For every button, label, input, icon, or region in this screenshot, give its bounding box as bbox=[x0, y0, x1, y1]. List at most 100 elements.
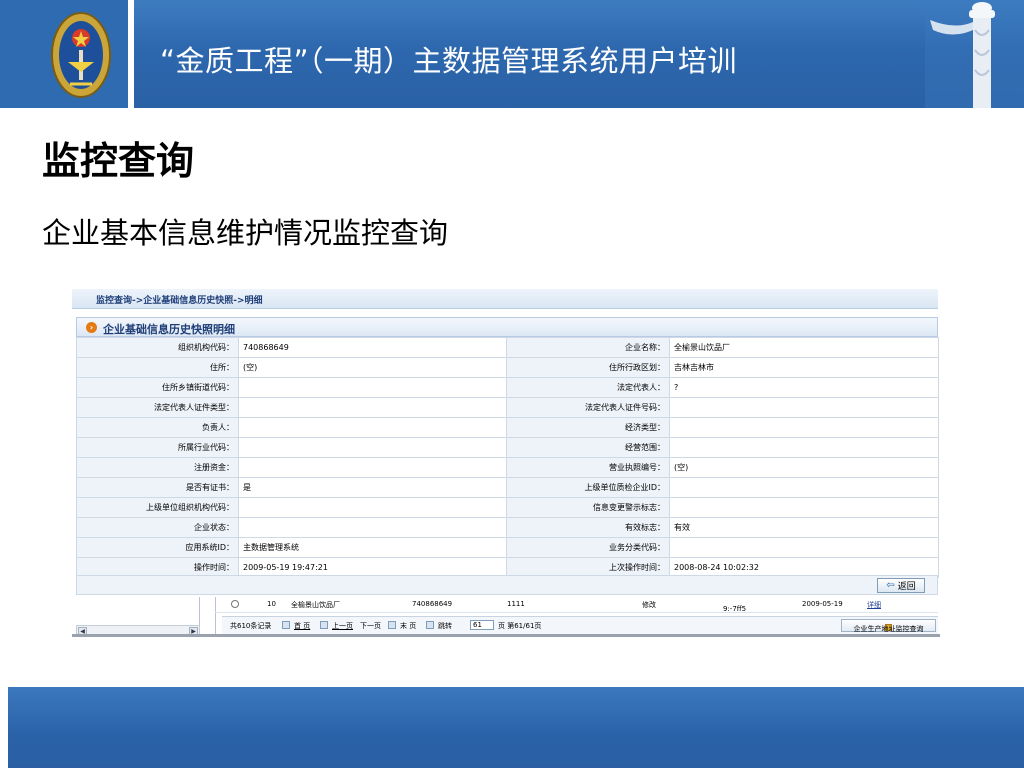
detail-row: 负责人： 经济类型： bbox=[76, 417, 939, 438]
field-value bbox=[669, 497, 939, 518]
slide-footer bbox=[8, 687, 1024, 768]
field-label: 信息变更警示标志： bbox=[506, 497, 670, 518]
field-label: 企业名称： bbox=[506, 337, 670, 358]
field-value bbox=[238, 417, 507, 438]
field-label: 经济类型： bbox=[506, 417, 670, 438]
slide-heading: 监控查询 bbox=[42, 138, 195, 183]
address-monitor-label: 企业生产地址监控查询 bbox=[853, 625, 924, 633]
field-label: 企业状态： bbox=[76, 517, 239, 538]
row-detail-link[interactable]: 详细 bbox=[867, 600, 881, 610]
field-value bbox=[238, 457, 507, 478]
field-value: (空) bbox=[669, 457, 939, 478]
pager: 共610条记录 首 页 上一页 下一页 末 页 跳转 页 第61/61页 企业生… bbox=[222, 616, 938, 634]
field-value bbox=[238, 437, 507, 458]
back-button[interactable]: ⇦ 返回 bbox=[877, 578, 925, 593]
field-label: 法定代表人： bbox=[506, 377, 670, 398]
field-value: 主数据管理系统 bbox=[238, 537, 507, 558]
header-bottom-line bbox=[0, 108, 1024, 111]
detail-row: 是否有证书：是上级单位质检企业ID： bbox=[76, 477, 939, 498]
prev-page-icon[interactable] bbox=[320, 621, 328, 629]
breadcrumb-bar: 监控查询->企业基础信息历史快照->明细 bbox=[72, 289, 938, 309]
field-label: 组织机构代码： bbox=[76, 337, 239, 358]
field-label: 法定代表人证件类型： bbox=[76, 397, 239, 418]
field-value bbox=[238, 397, 507, 418]
detail-row: 所属行业代码： 经营范围： bbox=[76, 437, 939, 458]
field-value: 全榆景山饮品厂 bbox=[669, 337, 939, 358]
page-info: 页 第61/61页 bbox=[498, 622, 542, 630]
slide-header-title: “金质工程”（一期）主数据管理系统用户培训 bbox=[160, 44, 738, 78]
field-value bbox=[669, 437, 939, 458]
breadcrumb: 监控查询->企业基础信息历史快照->明细 bbox=[96, 296, 263, 306]
row-name: 全榆景山饮品厂 bbox=[291, 601, 340, 609]
field-value bbox=[238, 497, 507, 518]
first-page-link[interactable]: 首 页 bbox=[294, 622, 310, 630]
field-label: 是否有证书： bbox=[76, 477, 239, 498]
field-value bbox=[669, 397, 939, 418]
field-label: 住所行政区划： bbox=[506, 357, 670, 378]
field-value bbox=[669, 477, 939, 498]
arrow-right-circle-icon: › bbox=[86, 322, 97, 333]
first-page-icon[interactable] bbox=[282, 621, 290, 629]
row-index: 10 bbox=[267, 600, 276, 608]
list-item: 10 全榆景山饮品厂 740868649 1111 修改 9:-7ff5 200… bbox=[215, 597, 938, 613]
app-screenshot: 监控查询->企业基础信息历史快照->明细 › 企业基础信息历史快照明细 组织机构… bbox=[72, 283, 939, 636]
row-num: 1111 bbox=[507, 600, 525, 608]
field-label: 营业执照编号： bbox=[506, 457, 670, 478]
field-label: 住所乡镇街道代码： bbox=[76, 377, 239, 398]
huabiao-column-icon bbox=[925, 0, 1024, 110]
field-value: 有效 bbox=[669, 517, 939, 538]
row-radio[interactable] bbox=[231, 600, 239, 608]
slide-header: “金质工程”（一期）主数据管理系统用户培训 bbox=[0, 0, 1024, 111]
prev-page-link[interactable]: 上一页 bbox=[332, 622, 353, 630]
field-value: 吉林吉林市 bbox=[669, 357, 939, 378]
detail-row: 注册资金： 营业执照编号： (空) bbox=[76, 457, 939, 478]
field-label: 业务分类代码： bbox=[506, 537, 670, 558]
field-value bbox=[669, 537, 939, 558]
field-label: 应用系统ID： bbox=[76, 537, 239, 558]
app-frame-bottom bbox=[72, 634, 940, 637]
field-label: 注册资金： bbox=[76, 457, 239, 478]
next-page-link[interactable]: 下一页 bbox=[360, 621, 381, 631]
detail-row: 上级单位组织机构代码： 信息变更警示标志： bbox=[76, 497, 939, 518]
background-list: ◀ ▶ 10 全榆景山饮品厂 740868649 1111 修改 9:-7ff5… bbox=[72, 597, 938, 636]
panel-title-bar: › 企业基础信息历史快照明细 bbox=[76, 317, 938, 337]
jump-label: 跳转 bbox=[438, 622, 452, 630]
detail-row: 住所乡镇街道代码： 法定代表人：? bbox=[76, 377, 939, 398]
page-number-input[interactable] bbox=[470, 620, 494, 630]
row-date: 2009-05-19 bbox=[802, 600, 843, 608]
address-monitor-button[interactable]: 企业生产地址监控查询 bbox=[841, 619, 936, 633]
last-page-link[interactable]: 末 页 bbox=[400, 621, 416, 631]
field-value: 740868649 bbox=[238, 337, 507, 358]
field-label: 上级单位组织机构代码： bbox=[76, 497, 239, 518]
detail-row: 法定代表人证件类型： 法定代表人证件号码： bbox=[76, 397, 939, 418]
row-op: 修改 bbox=[642, 601, 656, 609]
detail-row: 组织机构代码： 740868649 企业名称： 全榆景山饮品厂 bbox=[76, 337, 939, 358]
detail-row: 应用系统ID： 主数据管理系统 业务分类代码： bbox=[76, 537, 939, 558]
field-label: 负责人： bbox=[76, 417, 239, 438]
emblem-box bbox=[0, 0, 128, 110]
slide-subheading: 企业基本信息维护情况监控查询 bbox=[42, 216, 449, 250]
detail-row: 住所： (空) 住所行政区划： 吉林吉林市 bbox=[76, 357, 939, 378]
next-page-icon[interactable] bbox=[388, 621, 396, 629]
aqsiq-emblem-icon bbox=[51, 12, 111, 98]
field-label: 法定代表人证件号码： bbox=[506, 397, 670, 418]
field-label: 上级单位质检企业ID： bbox=[506, 477, 670, 498]
row-code: 740868649 bbox=[412, 600, 453, 608]
field-value: 是 bbox=[238, 477, 507, 498]
field-label: 有效标志： bbox=[506, 517, 670, 538]
left-pane: ◀ ▶ bbox=[76, 597, 200, 636]
field-value bbox=[669, 417, 939, 438]
field-label: 所属行业代码： bbox=[76, 437, 239, 458]
field-value: (空) bbox=[238, 357, 507, 378]
detail-row: 企业状态： 有效标志： 有效 bbox=[76, 517, 939, 538]
pager-total: 共610条记录 bbox=[230, 622, 272, 630]
field-value: ? bbox=[669, 377, 939, 398]
action-row: ⇦ 返回 bbox=[76, 575, 938, 595]
back-arrow-icon: ⇦ bbox=[886, 579, 895, 591]
last-page-icon[interactable] bbox=[426, 621, 434, 629]
field-value bbox=[238, 377, 507, 398]
row-id: 9:-7ff5 bbox=[723, 605, 747, 613]
header-separator bbox=[128, 0, 134, 110]
back-button-label: 返回 bbox=[897, 582, 916, 592]
field-label: 经营范围： bbox=[506, 437, 670, 458]
